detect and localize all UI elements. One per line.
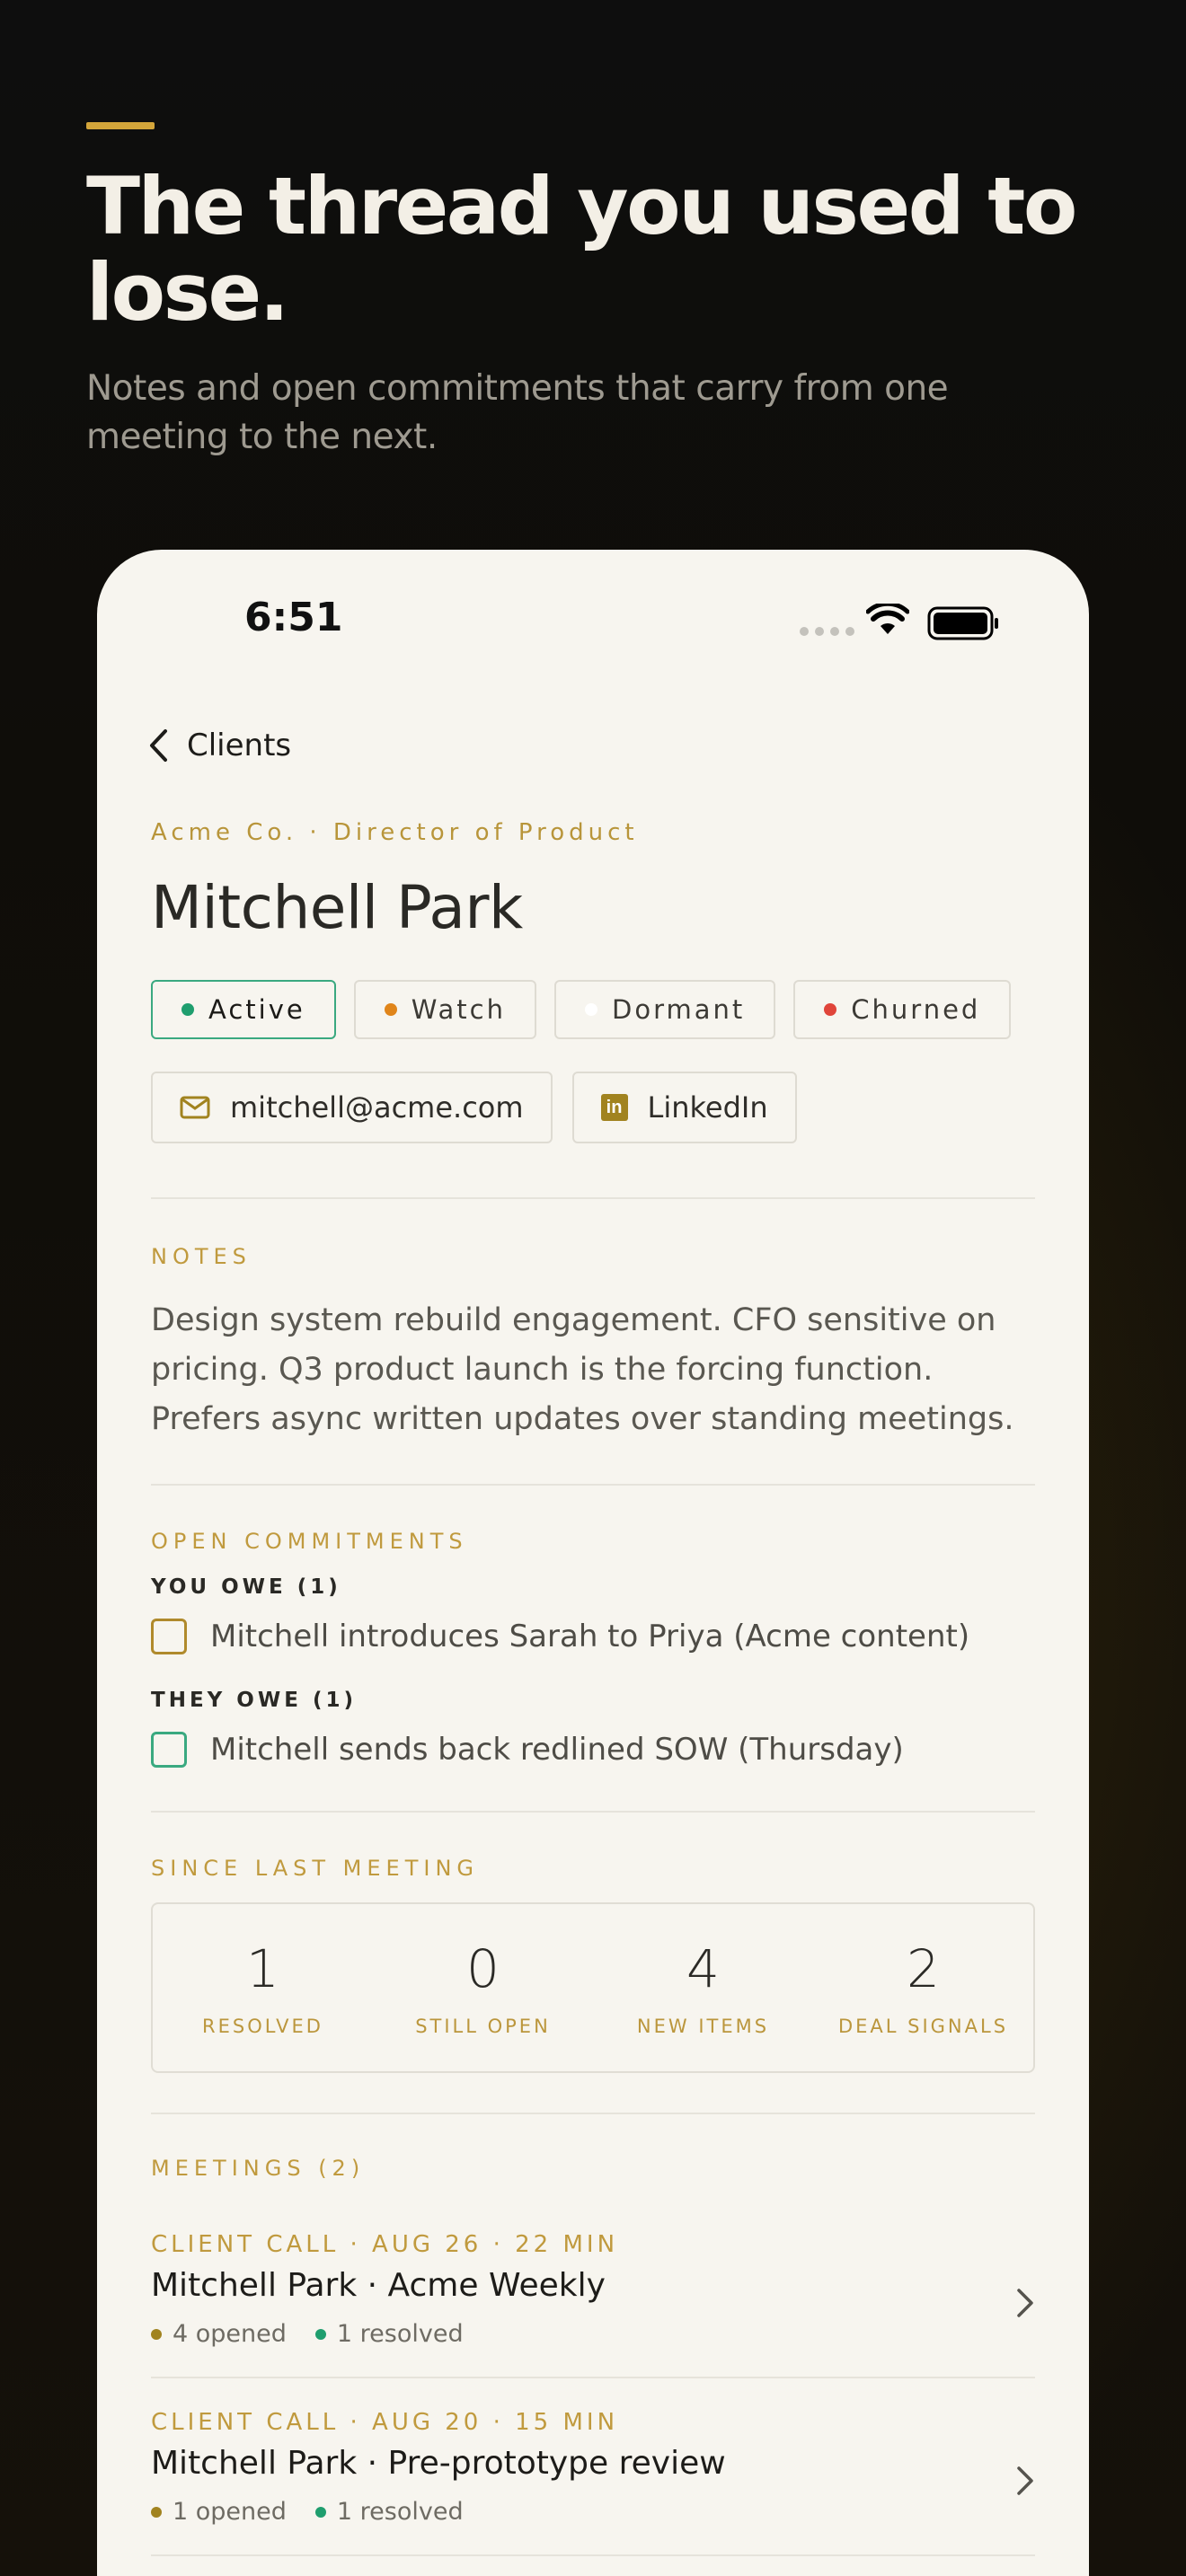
status-dot [585, 1003, 598, 1016]
client-detail: Acme Co. · Director of Product Mitchell … [151, 819, 1035, 2556]
meeting-meta: CLIENT CALL · AUG 26 · 22 MIN [151, 2231, 619, 2258]
stat-new-items: 4 NEW ITEMS [593, 1904, 813, 2071]
commitment-text: Mitchell introduces Sarah to Priya (Acme… [210, 1619, 970, 1654]
they-owe-label: THEY OWE (1) [151, 1689, 357, 1712]
you-owe-label: YOU OWE (1) [151, 1575, 341, 1599]
status-dot [824, 1003, 837, 1016]
notes-text[interactable]: Design system rebuild engagement. CFO se… [151, 1296, 1035, 1444]
cellular-icon [800, 627, 854, 636]
status-time: 6:51 [244, 595, 343, 640]
hero: The thread you used to lose. Notes and o… [86, 122, 1102, 462]
email-label: mitchell@acme.com [230, 1090, 524, 1125]
email-button[interactable]: mitchell@acme.com [151, 1072, 553, 1143]
commitment-item: Mitchell sends back redlined SOW (Thursd… [151, 1732, 1035, 1768]
status-chip-active[interactable]: Active [151, 980, 336, 1039]
stat-value: 2 [907, 1938, 940, 1999]
status-chip-watch[interactable]: Watch [353, 980, 537, 1039]
notes-label: NOTES [151, 1244, 252, 1269]
meeting-title: Mitchell Park · Pre-prototype review [151, 2445, 726, 2482]
meeting-title: Mitchell Park · Acme Weekly [151, 2267, 606, 2304]
status-chips: Active Watch Dormant Churned [151, 980, 1035, 1039]
chevron-left-icon [150, 729, 167, 762]
stat-value: 4 [686, 1938, 720, 1999]
client-name: Mitchell Park [151, 873, 523, 942]
opened-count: 1 opened [173, 2498, 287, 2526]
stat-deal-signals: 2 DEAL SIGNALS [813, 1904, 1033, 2071]
divider [151, 2554, 1035, 2556]
stat-label: NEW ITEMS [636, 2016, 770, 2037]
status-chip-label: Churned [851, 994, 981, 1025]
resolved-dot [314, 2506, 326, 2518]
opened-dot [151, 2506, 162, 2518]
stat-label: DEAL SIGNALS [837, 2016, 1009, 2037]
opened-dot [151, 2328, 162, 2340]
status-chip-label: Watch [411, 994, 507, 1025]
notes-section: NOTES Design system rebuild engagement. … [151, 1244, 1035, 1444]
divider [151, 1484, 1035, 1486]
stat-resolved: 1 RESOLVED [153, 1904, 373, 2071]
meeting-counts: 1 opened 1 resolved [151, 2498, 1035, 2526]
hero-subtitle: Notes and open commitments that carry fr… [86, 368, 949, 457]
status-chip-label: Active [208, 994, 305, 1025]
stat-label: RESOLVED [202, 2016, 323, 2037]
stat-label: STILL OPEN [415, 2016, 551, 2037]
wifi-icon [866, 604, 909, 634]
status-chip-label: Dormant [612, 994, 746, 1025]
battery-icon [927, 606, 998, 640]
resolved-count: 1 resolved [336, 2320, 464, 2348]
opened-count: 4 opened [173, 2320, 287, 2348]
resolved-count: 1 resolved [336, 2498, 464, 2526]
mail-icon [180, 1096, 210, 1119]
stat-still-open: 0 STILL OPEN [373, 1904, 593, 2071]
stat-value: 1 [246, 1938, 279, 1999]
commitments-label: OPEN COMMITMENTS [151, 1529, 468, 1554]
status-dot [181, 1003, 194, 1016]
commitment-item: Mitchell introduces Sarah to Priya (Acme… [151, 1619, 1035, 1654]
meeting-row[interactable]: CLIENT CALL · AUG 20 · 15 MIN Mitchell P… [151, 2409, 1035, 2526]
since-last-meeting-section: SINCE LAST MEETING 1 RESOLVED 0 STILL OP… [151, 1856, 1035, 2073]
status-chip-churned[interactable]: Churned [793, 980, 1012, 1039]
commitments-section: OPEN COMMITMENTS YOU OWE (1) Mitchell in… [151, 1529, 1035, 1768]
hero-accent-bar [86, 122, 155, 129]
status-dot [384, 1003, 397, 1016]
back-label: Clients [187, 728, 292, 763]
divider [151, 1811, 1035, 1813]
stats-card: 1 RESOLVED 0 STILL OPEN 4 NEW ITEMS 2 DE… [151, 1902, 1035, 2073]
commitment-checkbox[interactable] [151, 1619, 187, 1654]
divider [151, 2377, 1035, 2378]
contact-links: mitchell@acme.com in LinkedIn [151, 1072, 1035, 1143]
chevron-right-icon [1017, 2466, 1033, 2495]
linkedin-icon: in [600, 1094, 628, 1121]
divider [151, 1197, 1035, 1199]
linkedin-label: LinkedIn [647, 1090, 768, 1125]
divider [151, 2113, 1035, 2114]
meeting-row[interactable]: CLIENT CALL · AUG 26 · 22 MIN Mitchell P… [151, 2231, 1035, 2348]
meeting-counts: 4 opened 1 resolved [151, 2320, 1035, 2348]
linkedin-button[interactable]: in LinkedIn [571, 1072, 797, 1143]
meeting-meta: CLIENT CALL · AUG 20 · 15 MIN [151, 2409, 619, 2436]
meetings-label: MEETINGS (2) [151, 2156, 366, 2181]
back-button[interactable]: Clients [147, 728, 291, 763]
client-company-role: Acme Co. · Director of Product [151, 819, 639, 846]
hero-title: The thread you used to lose. [86, 160, 1077, 339]
commitment-text: Mitchell sends back redlined SOW (Thursd… [210, 1732, 904, 1768]
stat-value: 0 [466, 1938, 500, 1999]
chevron-right-icon [1017, 2289, 1033, 2317]
phone-screen: 6:51 Clients Acme Co. · Director of Prod… [97, 550, 1089, 2576]
commitment-checkbox[interactable] [151, 1732, 187, 1768]
since-last-label: SINCE LAST MEETING [151, 1856, 480, 1881]
meetings-section: MEETINGS (2) CLIENT CALL · AUG 26 · 22 M… [151, 2156, 1035, 2556]
status-chip-dormant[interactable]: Dormant [554, 980, 776, 1039]
resolved-dot [314, 2328, 326, 2340]
